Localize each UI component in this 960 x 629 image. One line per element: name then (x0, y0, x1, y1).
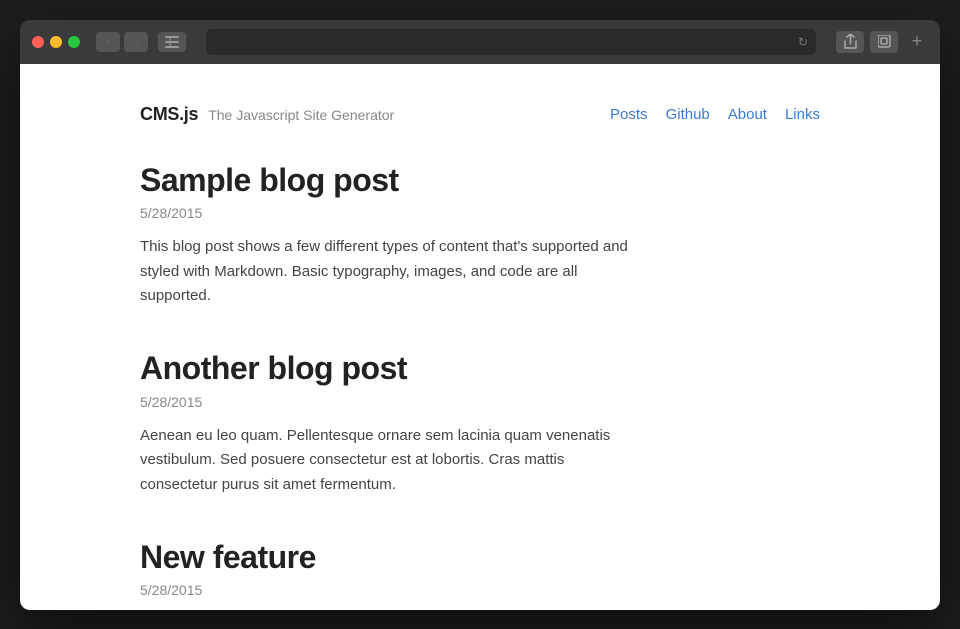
content-area: CMS.js The Javascript Site Generator Pos… (20, 64, 940, 610)
site-nav: Posts Github About Links (610, 106, 820, 123)
reload-icon[interactable]: ↻ (798, 35, 808, 49)
nav-about[interactable]: About (728, 106, 767, 123)
forward-button[interactable]: › (124, 32, 148, 52)
post-excerpt-1: This blog post shows a few different typ… (140, 235, 640, 309)
nav-buttons: ‹ › (96, 32, 148, 52)
minimize-button[interactable] (50, 36, 62, 48)
share-button[interactable] (836, 31, 864, 53)
nav-posts[interactable]: Posts (610, 106, 648, 123)
browser-actions: + (836, 31, 928, 53)
post-date-2: 5/28/2015 (140, 394, 820, 410)
post-title-3: New feature (140, 538, 820, 576)
browser-titlebar: ‹ › ↻ (20, 20, 940, 64)
blog-post-2: Another blog post 5/28/2015 Aenean eu le… (140, 349, 820, 498)
traffic-lights (32, 36, 80, 48)
blog-post-3: New feature 5/28/2015 Cum sociis natoque… (140, 538, 820, 610)
blog-content: Sample blog post 5/28/2015 This blog pos… (140, 141, 820, 610)
site-tagline: The Javascript Site Generator (208, 107, 394, 123)
site-title: CMS.js (140, 104, 198, 125)
maximize-button[interactable] (68, 36, 80, 48)
page-wrapper: CMS.js The Javascript Site Generator Pos… (100, 64, 860, 610)
address-bar[interactable]: ↻ (206, 29, 816, 55)
post-excerpt-2: Aenean eu leo quam. Pellentesque ornare … (140, 424, 640, 498)
sidebar-toggle-button[interactable] (158, 32, 186, 52)
post-date-1: 5/28/2015 (140, 205, 820, 221)
post-title-1: Sample blog post (140, 161, 820, 199)
back-button[interactable]: ‹ (96, 32, 120, 52)
nav-links[interactable]: Links (785, 106, 820, 123)
close-button[interactable] (32, 36, 44, 48)
post-title-2: Another blog post (140, 349, 820, 387)
site-header: CMS.js The Javascript Site Generator Pos… (140, 84, 820, 141)
browser-window: ‹ › ↻ (20, 20, 940, 610)
post-date-3: 5/28/2015 (140, 582, 820, 598)
nav-github[interactable]: Github (666, 106, 710, 123)
new-tab-button[interactable] (870, 31, 898, 53)
add-tab-button[interactable]: + (906, 31, 928, 53)
site-brand: CMS.js The Javascript Site Generator (140, 104, 394, 125)
blog-post-1: Sample blog post 5/28/2015 This blog pos… (140, 161, 820, 310)
browser-content: CMS.js The Javascript Site Generator Pos… (20, 64, 940, 610)
